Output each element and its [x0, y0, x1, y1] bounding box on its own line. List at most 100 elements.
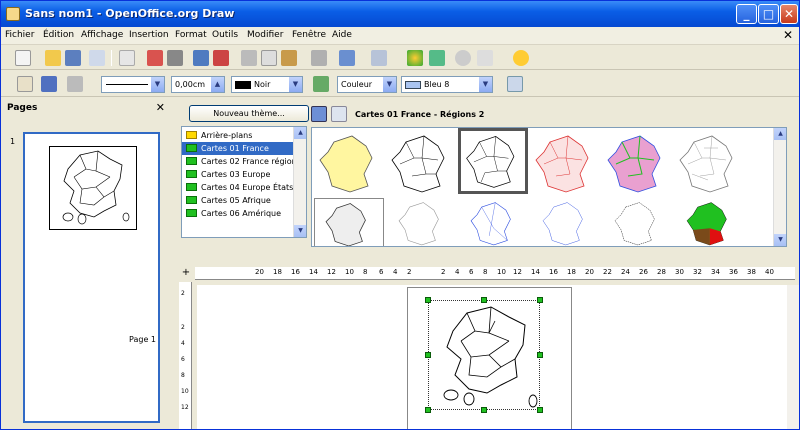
scroll-down-icon[interactable]: ▼: [774, 234, 786, 246]
menu-insertion[interactable]: Insertion: [129, 30, 169, 40]
arrow-style-icon[interactable]: [67, 76, 83, 92]
theme-item[interactable]: Arrière-plans: [182, 129, 293, 142]
paste-icon[interactable]: [281, 50, 297, 66]
maximize-button[interactable]: □: [758, 4, 779, 24]
zoom-icon[interactable]: [477, 50, 493, 66]
line-color-select[interactable]: Noir ▼: [231, 76, 303, 93]
menu-format[interactable]: Format: [175, 30, 207, 40]
theme-item[interactable]: Cartes 04 Europe États: [182, 181, 293, 194]
gallery-item[interactable]: [674, 198, 744, 246]
menu-modifier[interactable]: Modifier: [247, 30, 283, 40]
title-bar[interactable]: Sans nom1 - OpenOffice.org Draw _ □ ✕: [1, 1, 799, 27]
draw-app-icon: [6, 7, 20, 21]
resize-handle[interactable]: [425, 352, 431, 358]
minimize-button[interactable]: _: [736, 4, 757, 24]
scroll-up-icon[interactable]: ▲: [294, 127, 306, 139]
page-label: Page 1: [129, 335, 156, 344]
gallery-item[interactable]: [530, 198, 600, 246]
crosshair-icon[interactable]: +: [179, 267, 193, 280]
scroll-down-icon[interactable]: ▼: [294, 225, 306, 237]
gallery-icon[interactable]: [429, 50, 445, 66]
gallery-title: Cartes 01 France - Régions 2: [355, 110, 485, 119]
theme-item[interactable]: Cartes 02 France régions: [182, 155, 293, 168]
gallery-item[interactable]: [674, 130, 744, 196]
standard-toolbar: [1, 46, 799, 70]
area-icon[interactable]: [313, 76, 329, 92]
detail-view-icon[interactable]: [331, 106, 347, 122]
gallery-item[interactable]: [314, 198, 384, 246]
icon-view-icon[interactable]: [311, 106, 327, 122]
menu-edition[interactable]: Édition: [43, 30, 74, 40]
folder-icon: [186, 131, 197, 139]
area-style-select[interactable]: Couleur ▼: [337, 76, 397, 93]
gallery-item[interactable]: [530, 130, 600, 196]
theme-item[interactable]: Cartes 03 Europe: [182, 168, 293, 181]
window-title: Sans nom1 - OpenOffice.org Draw: [25, 7, 235, 20]
menu-bar: Fichier Édition Affichage Insertion Form…: [1, 27, 799, 45]
menu-fichier[interactable]: Fichier: [5, 30, 34, 40]
theme-list-scrollbar[interactable]: ▲ ▼: [293, 127, 306, 237]
email-icon[interactable]: [89, 50, 105, 66]
area-color-select[interactable]: Bleu 8 ▼: [401, 76, 493, 93]
resize-handle[interactable]: [481, 407, 487, 413]
help-icon[interactable]: [513, 50, 529, 66]
menu-affichage[interactable]: Affichage: [81, 30, 123, 40]
line-style-select[interactable]: ▼: [101, 76, 165, 93]
gallery-item-selected[interactable]: [458, 128, 528, 194]
navigator-icon[interactable]: [455, 50, 471, 66]
draw-page: [407, 287, 572, 429]
line-width-input[interactable]: 0,00cm ▲: [171, 76, 225, 93]
close-document-icon[interactable]: ✕: [783, 28, 793, 42]
new-theme-button[interactable]: Nouveau thème...: [189, 105, 309, 122]
gallery-item[interactable]: [602, 198, 672, 246]
resize-handle[interactable]: [537, 352, 543, 358]
folder-icon: [186, 144, 197, 152]
resize-handle[interactable]: [481, 297, 487, 303]
new-document-icon[interactable]: [15, 50, 31, 66]
resize-handle[interactable]: [425, 407, 431, 413]
spellcheck-icon[interactable]: [193, 50, 209, 66]
page-number: 1: [10, 137, 16, 146]
edit-file-icon[interactable]: [119, 50, 135, 66]
undo-icon[interactable]: [339, 50, 355, 66]
chart-icon[interactable]: [407, 50, 423, 66]
folder-icon: [186, 183, 197, 191]
gallery-scrollbar[interactable]: ▲ ▼: [773, 128, 786, 246]
save-icon[interactable]: [65, 50, 81, 66]
gallery-item[interactable]: [386, 130, 456, 196]
scroll-up-icon[interactable]: ▲: [774, 128, 786, 140]
autospell-icon[interactable]: [213, 50, 229, 66]
print-icon[interactable]: [167, 50, 183, 66]
resize-handle[interactable]: [537, 407, 543, 413]
gallery-item[interactable]: [314, 130, 384, 196]
line-icon[interactable]: [41, 76, 57, 92]
france-map-drawing: [443, 306, 538, 408]
styles-icon[interactable]: [17, 76, 33, 92]
gallery-item[interactable]: [458, 198, 528, 246]
clone-format-icon[interactable]: [311, 50, 327, 66]
close-pages-icon[interactable]: ✕: [156, 101, 165, 114]
redo-icon[interactable]: [371, 50, 387, 66]
horizontal-ruler[interactable]: 20 18 16 14 12 10 8 6 4 2 2 4 6 8 10 12 …: [195, 267, 795, 280]
menu-aide[interactable]: Aide: [332, 30, 352, 40]
theme-item[interactable]: Cartes 06 Amérique: [182, 207, 293, 220]
page-thumbnail-1[interactable]: [23, 132, 160, 423]
vertical-ruler[interactable]: 2 2 4 6 8 10 12: [179, 282, 192, 429]
cut-icon[interactable]: [241, 50, 257, 66]
copy-icon[interactable]: [261, 50, 277, 66]
menu-outils[interactable]: Outils: [212, 30, 238, 40]
theme-item[interactable]: Cartes 05 Afrique: [182, 194, 293, 207]
export-pdf-icon[interactable]: [147, 50, 163, 66]
drawing-canvas[interactable]: [197, 285, 797, 429]
shadow-icon[interactable]: [507, 76, 523, 92]
gallery-item[interactable]: [386, 198, 456, 246]
menu-fenetre[interactable]: Fenêtre: [292, 30, 326, 40]
theme-item-selected[interactable]: Cartes 01 France: [182, 142, 293, 155]
open-folder-icon[interactable]: [45, 50, 61, 66]
gallery-item[interactable]: [602, 130, 672, 196]
drawing-scrollbar[interactable]: [787, 285, 799, 429]
resize-handle[interactable]: [537, 297, 543, 303]
resize-handle[interactable]: [425, 297, 431, 303]
close-button[interactable]: ✕: [780, 4, 798, 24]
selected-map-object[interactable]: [428, 300, 540, 410]
